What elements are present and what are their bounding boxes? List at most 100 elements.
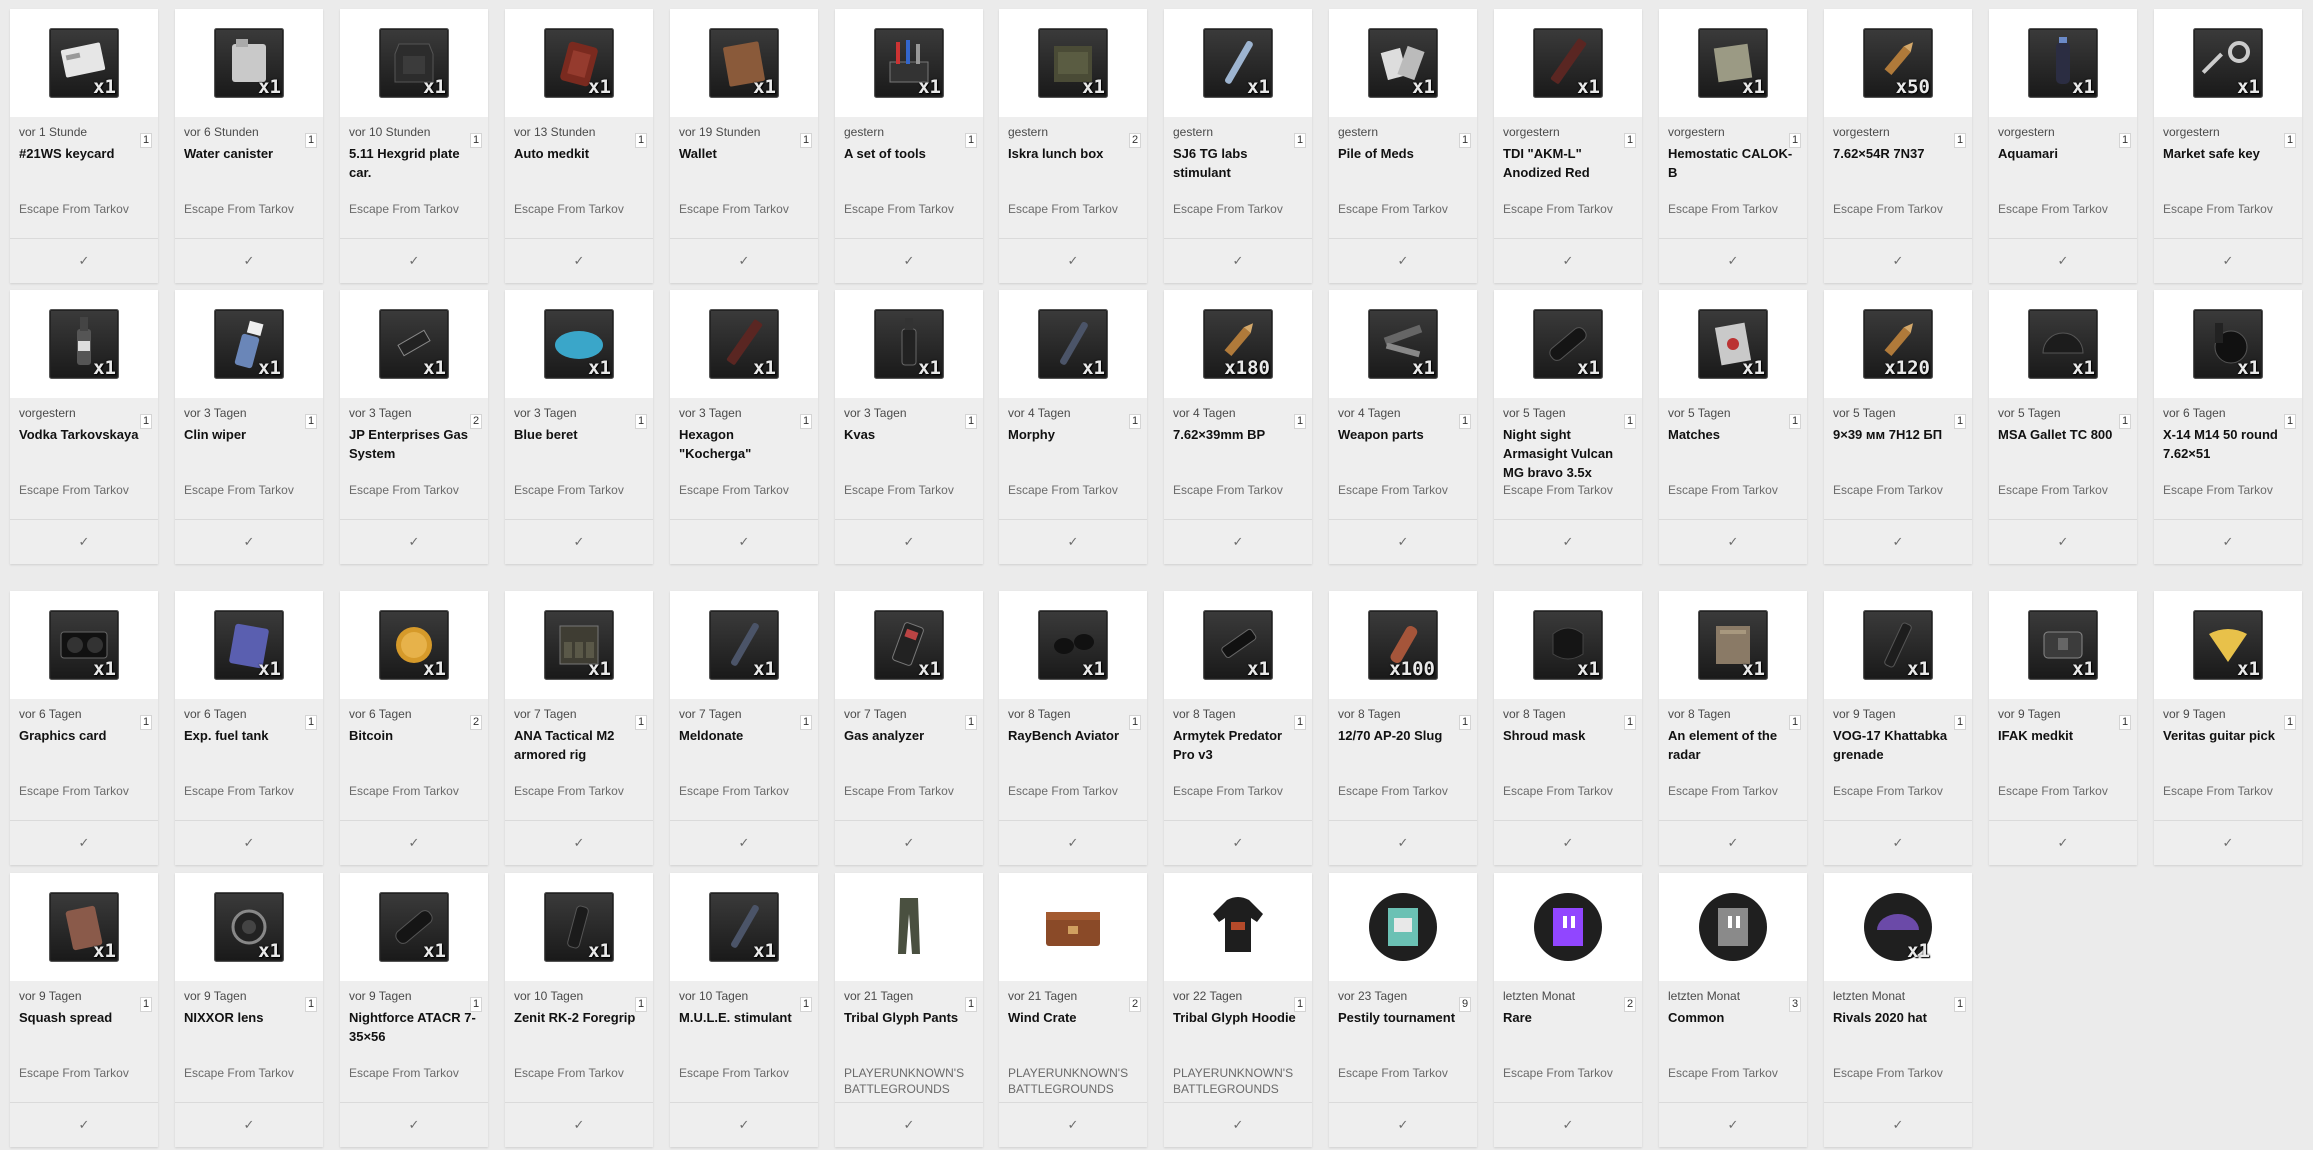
item-name[interactable]: Meldonate [679,726,809,783]
item-name[interactable]: ANA Tactical M2 armored rig [514,726,644,783]
item-name[interactable]: Matches [1668,425,1798,482]
accept-button[interactable]: ✓ [999,519,1147,564]
item-card[interactable]: x1 vor 7 Tagen 1 ANA Tactical M2 armored ri… [505,591,653,865]
item-card[interactable]: x1 vor 4 Tagen 1 Weapon parts Escape From Ta… [1329,290,1477,564]
accept-button[interactable]: ✓ [505,820,653,865]
item-name[interactable]: X-14 M14 50 round 7.62×51 [2163,425,2293,482]
item-card[interactable]: x1 vor 9 Tagen 1 Nightforce ATACR 7-35×56 Es… [340,873,488,1147]
item-name[interactable]: 12/70 AP-20 Slug [1338,726,1468,783]
item-card[interactable]: x1 vor 9 Tagen 1 Squash spread Escape From T… [10,873,158,1147]
accept-button[interactable]: ✓ [10,1102,158,1147]
accept-button[interactable]: ✓ [1659,238,1807,283]
accept-button[interactable]: ✓ [505,519,653,564]
item-card[interactable]: x1 vor 6 Tagen 2 Bitcoin Escape From Tarkov ✓ [340,591,488,865]
item-card[interactable]: vor 21 Tagen 1 Tribal Glyph Pants PLAYERUNK… [835,873,983,1147]
item-name[interactable]: Morphy [1008,425,1138,482]
item-card[interactable]: x1 vorgestern 1 Market safe key Escape From … [2154,9,2302,283]
item-name[interactable]: IFAK medkit [1998,726,2128,783]
accept-button[interactable]: ✓ [670,1102,818,1147]
accept-button[interactable]: ✓ [1164,820,1312,865]
item-card[interactable]: x1 vor 8 Tagen 1 RayBench Aviator Escape Fro… [999,591,1147,865]
item-name[interactable]: Kvas [844,425,974,482]
accept-button[interactable]: ✓ [505,238,653,283]
item-name[interactable]: Graphics card [19,726,149,783]
accept-button[interactable]: ✓ [1164,1102,1312,1147]
item-card[interactable]: vor 23 Tagen 9 Pestily tournament Escape Fr… [1329,873,1477,1147]
accept-button[interactable]: ✓ [1329,1102,1477,1147]
item-card[interactable]: vor 22 Tagen 1 Tribal Glyph Hoodie PLAYERUN… [1164,873,1312,1147]
accept-button[interactable]: ✓ [2154,820,2302,865]
item-card[interactable]: x100 vor 8 Tagen 1 12/70 AP-20 Slug Escape F… [1329,591,1477,865]
item-card[interactable]: x1 vor 3 Tagen 2 JP Enterprises Gas System E… [340,290,488,564]
item-card[interactable]: x1 gestern 1 SJ6 TG labs stimulant Escape Fr… [1164,9,1312,283]
item-card[interactable]: vor 21 Tagen 2 Wind Crate PLAYERUNKNOWN'S B… [999,873,1147,1147]
item-card[interactable]: x1 vor 9 Tagen 1 VOG-17 Khattabka grenade Es… [1824,591,1972,865]
item-card[interactable]: x1 vor 6 Tagen 1 X-14 M14 50 round 7.62×51 E… [2154,290,2302,564]
item-card[interactable]: x1 vor 10 Tagen 1 M.U.L.E. stimulant Escape … [670,873,818,1147]
item-card[interactable]: x1 vorgestern 1 Aquamari Escape From Tarkov ✓ [1989,9,2137,283]
accept-button[interactable]: ✓ [1659,1102,1807,1147]
item-card[interactable]: x1 vor 4 Tagen 1 Morphy Escape From Tarkov ✓ [999,290,1147,564]
item-name[interactable]: Night sight Armasight Vulcan MG bravo 3.… [1503,425,1633,482]
item-card[interactable]: x50 vorgestern 1 7.62×54R 7N37 Escape From T… [1824,9,1972,283]
accept-button[interactable]: ✓ [340,1102,488,1147]
accept-button[interactable]: ✓ [670,820,818,865]
item-name[interactable]: RayBench Aviator [1008,726,1138,783]
accept-button[interactable]: ✓ [340,820,488,865]
item-card[interactable]: x1 vor 5 Tagen 1 MSA Gallet TC 800 Escape Fr… [1989,290,2137,564]
accept-button[interactable]: ✓ [10,238,158,283]
item-card[interactable]: x1 vor 6 Tagen 1 Exp. fuel tank Escape From … [175,591,323,865]
item-card[interactable]: x1 vor 8 Tagen 1 Armytek Predator Pro v3 Esc… [1164,591,1312,865]
accept-button[interactable]: ✓ [835,1102,983,1147]
accept-button[interactable]: ✓ [340,238,488,283]
item-name[interactable]: Vodka Tarkovskaya [19,425,149,482]
accept-button[interactable]: ✓ [1164,519,1312,564]
item-card[interactable]: x1 vor 3 Tagen 1 Clin wiper Escape From Tark… [175,290,323,564]
item-card[interactable]: x1 vorgestern 1 Vodka Tarkovskaya Escape Fro… [10,290,158,564]
accept-button[interactable]: ✓ [1824,238,1972,283]
accept-button[interactable]: ✓ [10,820,158,865]
accept-button[interactable]: ✓ [999,1102,1147,1147]
accept-button[interactable]: ✓ [1329,238,1477,283]
accept-button[interactable]: ✓ [1494,238,1642,283]
item-card[interactable]: x1 vor 3 Tagen 1 Blue beret Escape From Tark… [505,290,653,564]
item-name[interactable]: Zenit RK-2 Foregrip [514,1008,644,1065]
accept-button[interactable]: ✓ [999,238,1147,283]
item-card[interactable]: x120 vor 5 Tagen 1 9×39 мм 7Н12 БП Escape Fr… [1824,290,1972,564]
item-name[interactable]: #21WS keycard [19,144,149,201]
item-name[interactable]: Auto medkit [514,144,644,201]
item-name[interactable]: Wind Crate [1008,1008,1138,1065]
accept-button[interactable]: ✓ [1989,238,2137,283]
accept-button[interactable]: ✓ [175,820,323,865]
item-card[interactable]: x1 vor 19 Stunden 1 Wallet Escape From Tarko… [670,9,818,283]
accept-button[interactable]: ✓ [2154,238,2302,283]
item-name[interactable]: Rivals 2020 hat [1833,1008,1963,1065]
accept-button[interactable]: ✓ [1164,238,1312,283]
item-card[interactable]: x1 vor 7 Tagen 1 Gas analyzer Escape From Ta… [835,591,983,865]
accept-button[interactable]: ✓ [10,519,158,564]
item-name[interactable]: Veritas guitar pick [2163,726,2293,783]
item-name[interactable]: 7.62×39mm BP [1173,425,1303,482]
item-card[interactable]: letzten Monat 2 Rare Escape From Tarkov ✓ [1494,873,1642,1147]
item-name[interactable]: VOG-17 Khattabka grenade [1833,726,1963,783]
item-card[interactable]: x1 vor 6 Stunden 1 Water canister Escape Fro… [175,9,323,283]
accept-button[interactable]: ✓ [1989,820,2137,865]
item-name[interactable]: Clin wiper [184,425,314,482]
item-name[interactable]: Wallet [679,144,809,201]
accept-button[interactable]: ✓ [1329,519,1477,564]
item-name[interactable]: Tribal Glyph Hoodie [1173,1008,1303,1065]
item-name[interactable]: 7.62×54R 7N37 [1833,144,1963,201]
item-name[interactable]: Common [1668,1008,1798,1065]
accept-button[interactable]: ✓ [175,519,323,564]
item-name[interactable]: Water canister [184,144,314,201]
item-name[interactable]: MSA Gallet TC 800 [1998,425,2128,482]
item-name[interactable]: Nightforce ATACR 7-35×56 [349,1008,479,1065]
item-name[interactable]: TDI "AKM-L" Anodized Red [1503,144,1633,201]
item-name[interactable]: Weapon parts [1338,425,1468,482]
item-name[interactable]: An element of the radar [1668,726,1798,783]
item-card[interactable]: x1 vor 13 Stunden 1 Auto medkit Escape From … [505,9,653,283]
accept-button[interactable]: ✓ [1329,820,1477,865]
accept-button[interactable]: ✓ [340,519,488,564]
item-name[interactable]: Armytek Predator Pro v3 [1173,726,1303,783]
item-name[interactable]: Aquamari [1998,144,2128,201]
